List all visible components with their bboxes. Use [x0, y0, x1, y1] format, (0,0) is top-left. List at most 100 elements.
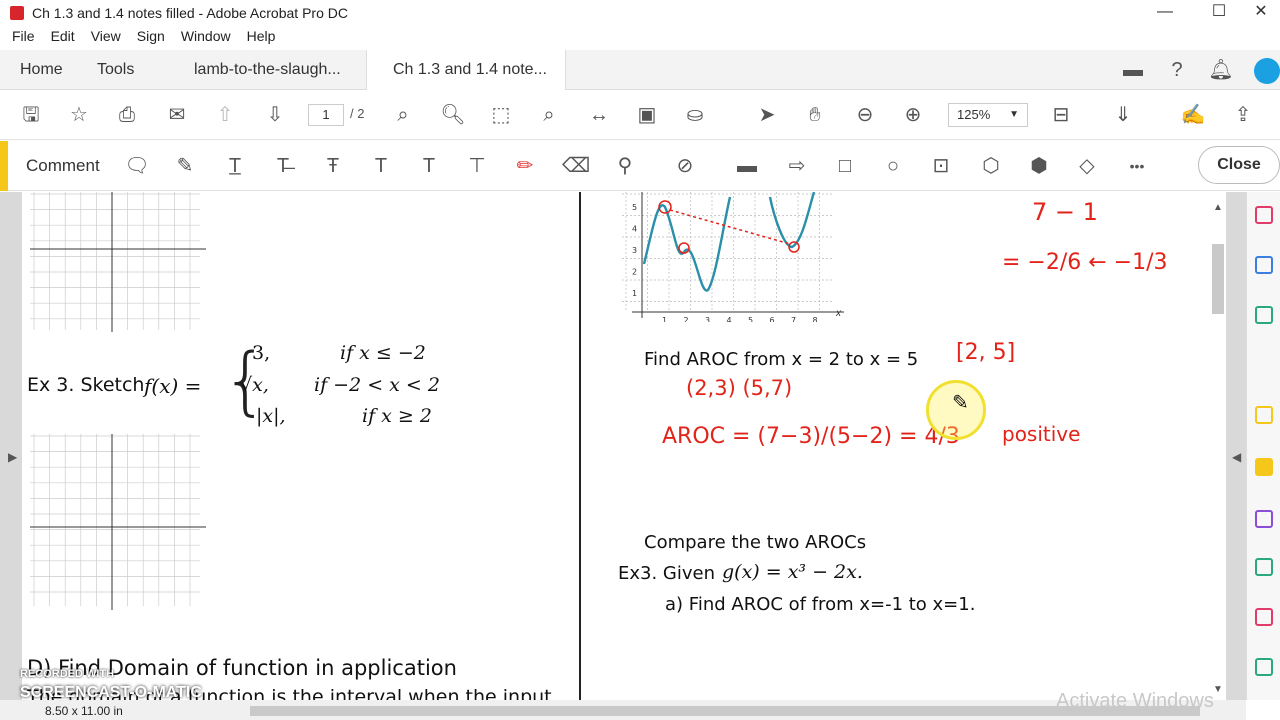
tab-home[interactable]: Home: [20, 50, 63, 90]
graph-y-tick: 2: [632, 268, 637, 277]
scroll-down-icon[interactable]: ▼: [1213, 684, 1223, 695]
screencast-logo-text: SCREENCAST-O-MATIC: [20, 684, 202, 701]
graph-x-tick: 4: [727, 316, 732, 322]
ink-positive: positive: [1002, 422, 1081, 446]
graph-x-tick: 5: [748, 316, 753, 322]
graph-x-tick: 8: [813, 316, 818, 322]
ex3-given-label: Ex3. Given: [618, 563, 716, 584]
tab-tools[interactable]: Tools: [97, 50, 134, 90]
insert-text-icon[interactable]: T: [368, 153, 394, 179]
text-box-icon[interactable]: ⊤: [464, 153, 490, 179]
create-pdf-icon[interactable]: [1255, 256, 1273, 274]
rectangle-icon[interactable]: □: [832, 153, 858, 179]
edit-pdf-icon[interactable]: [1255, 306, 1273, 324]
arrow-icon[interactable]: ⇨: [784, 153, 810, 179]
pencil-icon[interactable]: ✏: [512, 153, 538, 179]
mail-icon[interactable]: ✉: [164, 102, 190, 128]
ex3-label: Ex 3. Sketch: [27, 374, 145, 396]
ink-interval: [2, 5]: [956, 340, 1016, 365]
page-number-input[interactable]: 1: [308, 104, 344, 126]
zoom-out-icon[interactable]: ⊖: [852, 102, 878, 128]
strikethrough-icon[interactable]: T̶: [270, 153, 296, 179]
line-icon[interactable]: ▬: [734, 153, 760, 179]
menu-file[interactable]: File: [12, 28, 35, 50]
graph-y-tick: 5: [632, 203, 637, 212]
minimize-button[interactable]: —: [1140, 0, 1190, 26]
acrobat-icon: [10, 6, 24, 20]
eraser-icon[interactable]: ⌫: [562, 153, 590, 179]
more-tools-icon[interactable]: •••: [1124, 153, 1150, 179]
menu-view[interactable]: View: [91, 28, 121, 50]
page-up-icon[interactable]: ⇧: [212, 102, 238, 128]
stamp-icon[interactable]: ⚲: [612, 153, 638, 179]
more-tools-icon[interactable]: [1255, 658, 1273, 676]
avatar[interactable]: [1254, 58, 1280, 84]
comment-tool-icon[interactable]: [1255, 458, 1273, 476]
select-zoom-icon[interactable]: ⌕: [390, 102, 416, 128]
bell-icon[interactable]: 🔔︎: [1208, 57, 1234, 83]
scroll-mode-icon[interactable]: ⇓: [1110, 102, 1136, 128]
zoom-in-icon[interactable]: ⊕: [900, 102, 926, 128]
menu-edit[interactable]: Edit: [51, 28, 75, 50]
tab-lamb-doc[interactable]: lamb-to-the-slaugh...: [194, 50, 341, 90]
ex3-given-function: g(x) = x³ − 2x.: [722, 561, 863, 583]
send-icon[interactable]: [1255, 608, 1273, 626]
coordinate-grid-1: [30, 192, 206, 332]
page-down-icon[interactable]: ⇩: [262, 102, 288, 128]
tab-ch13-doc[interactable]: Ch 1.3 and 1.4 note... ✕: [366, 50, 566, 117]
polyline-icon[interactable]: ◇: [1074, 153, 1100, 179]
menu-sign[interactable]: Sign: [137, 28, 165, 50]
graph-x-tick: 7: [791, 316, 796, 322]
menu-window[interactable]: Window: [181, 28, 231, 50]
zoom-select[interactable]: 125% ▼: [948, 103, 1028, 127]
fill-sign-tool-icon[interactable]: [1255, 510, 1273, 528]
fill-sign-icon[interactable]: ✍: [1180, 102, 1206, 128]
polygon-icon[interactable]: ⬡: [978, 153, 1004, 179]
menu-help[interactable]: Help: [247, 28, 276, 50]
vertical-scroll-thumb[interactable]: [1212, 244, 1224, 314]
page-display-icon[interactable]: ⊟: [1048, 102, 1074, 128]
compare-arocs: Compare the two AROCs: [644, 532, 867, 553]
window-title: Ch 1.3 and 1.4 notes filled - Adobe Acro…: [32, 5, 348, 21]
add-text-icon[interactable]: T: [416, 153, 442, 179]
prev-page-arrow-icon[interactable]: ▶: [8, 450, 17, 464]
hand-icon[interactable]: ✋︎: [802, 102, 828, 128]
save-icon[interactable]: 🖫: [18, 102, 44, 128]
organize-icon[interactable]: [1255, 406, 1273, 424]
sticky-note-icon[interactable]: 🗨︎: [124, 153, 150, 179]
function-graph: 5 4 3 2 1 1 2 3 4 5 6 7 8 x: [622, 192, 844, 322]
oval-icon[interactable]: ○: [880, 153, 906, 179]
print-icon[interactable]: ⎙: [114, 102, 140, 128]
highlight-icon[interactable]: ✎: [172, 153, 198, 179]
export-pdf-icon[interactable]: [1255, 206, 1273, 224]
pdf-page: Ex 3. Sketch f(x) = { 3, if x ≤ −2 √x, i…: [22, 192, 1210, 700]
pointer-icon[interactable]: ➤: [754, 102, 780, 128]
image-icon[interactable]: ▣: [634, 102, 660, 128]
share-icon[interactable]: ⇪: [1230, 102, 1256, 128]
stamp-tool-icon[interactable]: ⛀: [682, 102, 708, 128]
close-window-button[interactable]: ✕: [1236, 0, 1280, 26]
document-viewport[interactable]: Ex 3. Sketch f(x) = { 3, if x ≤ −2 √x, i…: [0, 192, 1246, 700]
fit-page-icon[interactable]: ⬚: [488, 102, 514, 128]
text-callout-icon[interactable]: ⊡: [928, 153, 954, 179]
help-icon[interactable]: ?: [1164, 57, 1190, 83]
chat-icon[interactable]: ▬: [1120, 57, 1146, 83]
fit-width-icon[interactable]: ↔: [586, 102, 612, 128]
find-icon[interactable]: ⌕: [536, 102, 562, 128]
piece1-condition: if x ≤ −2: [340, 342, 426, 364]
cloud-icon[interactable]: ⬢: [1026, 153, 1052, 179]
star-icon[interactable]: ☆: [66, 102, 92, 128]
replace-text-icon[interactable]: Ŧ: [320, 153, 346, 179]
attach-icon[interactable]: ⊘: [672, 153, 698, 179]
scroll-up-icon[interactable]: ▲: [1213, 202, 1223, 213]
page-total: / 2: [350, 106, 365, 121]
collapse-panel-arrow-icon[interactable]: ◀: [1232, 450, 1241, 464]
zoom-search-icon[interactable]: 🔍︎: [440, 102, 466, 128]
graph-x-tick: 2: [684, 316, 689, 322]
comment-label: Comment: [26, 156, 100, 175]
close-comment-button[interactable]: Close: [1198, 146, 1280, 184]
protect-icon[interactable]: [1255, 558, 1273, 576]
graph-y-tick: 4: [632, 225, 637, 234]
underline-text-icon[interactable]: T̲: [222, 153, 248, 179]
vertical-scrollbar[interactable]: ▲ ▼: [1210, 192, 1226, 700]
